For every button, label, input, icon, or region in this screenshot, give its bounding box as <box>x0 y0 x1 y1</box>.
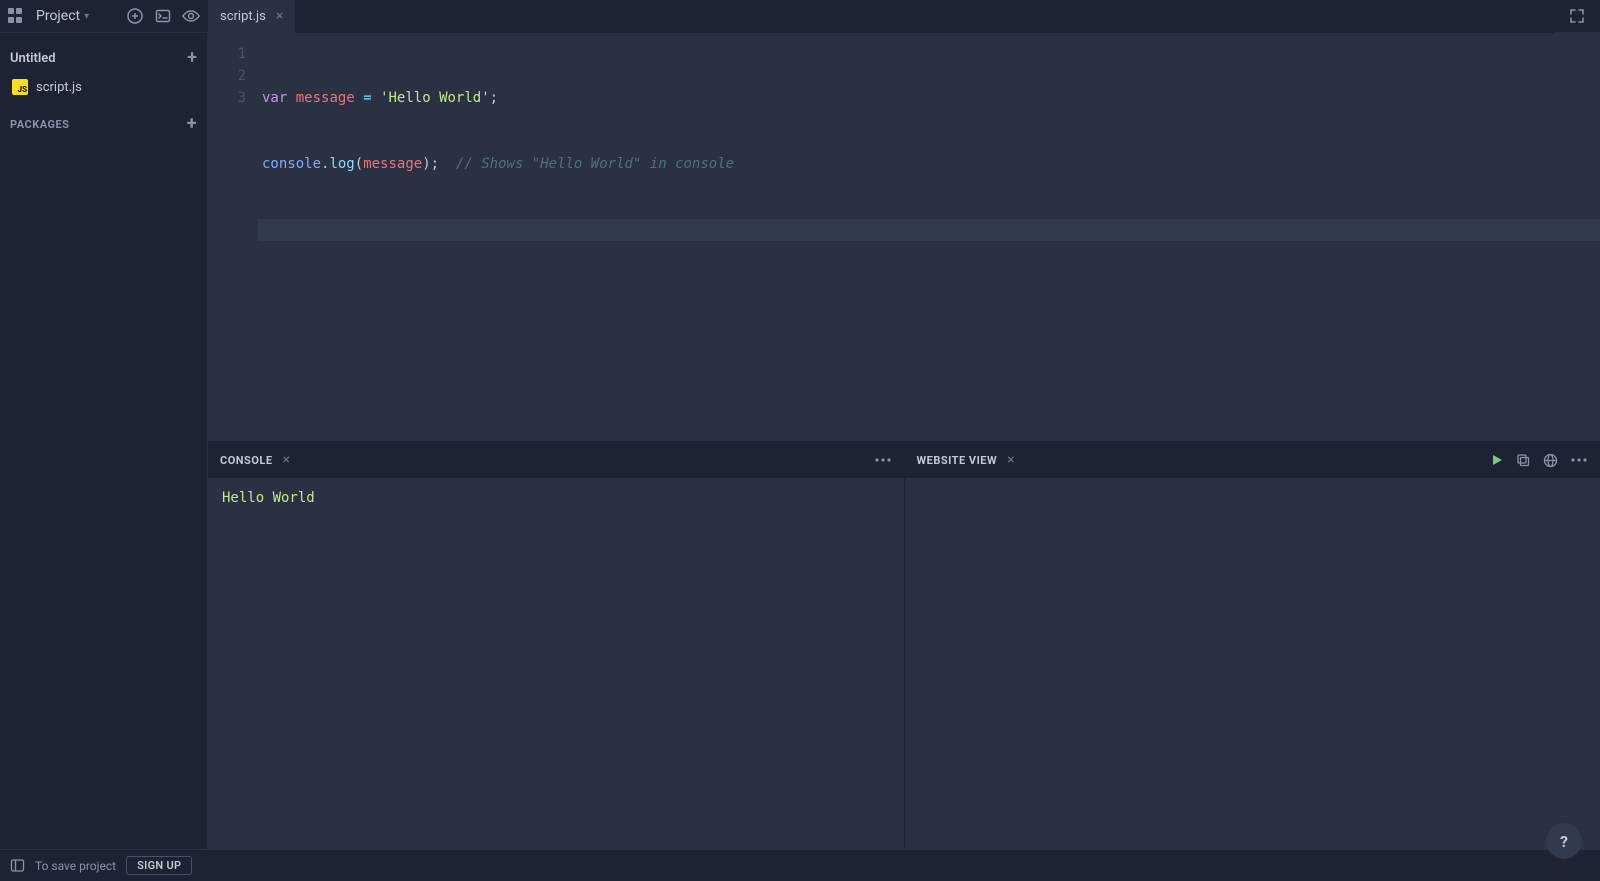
line-number: 2 <box>208 65 246 87</box>
apps-grid-icon[interactable] <box>8 8 24 24</box>
console-title: CONSOLE <box>220 454 273 467</box>
code-editor[interactable]: 1 2 3 var message = 'Hello World'; conso… <box>208 33 1600 441</box>
status-bar: To save project SIGN UP <box>0 849 1600 881</box>
console-output[interactable]: Hello World <box>208 478 904 849</box>
project-label: Project <box>36 8 80 24</box>
project-dropdown[interactable]: Project ▾ <box>36 8 89 24</box>
editor-area: 1 2 3 var message = 'Hello World'; conso… <box>208 33 1600 849</box>
line-number: 3 <box>208 87 246 109</box>
file-item-scriptjs[interactable]: JS script.js <box>10 73 197 101</box>
editor-tabs: script.js × <box>208 0 1554 33</box>
code-line[interactable]: console.log(message); // Shows "Hello Wo… <box>258 153 1600 175</box>
top-bar: Project ▾ script.js × <box>0 0 1600 33</box>
console-line: Hello World <box>222 490 890 506</box>
more-icon[interactable] <box>1570 458 1588 462</box>
packages-label: PACKAGES <box>10 118 69 131</box>
run-icon[interactable] <box>1490 453 1504 467</box>
sidebar: Untitled + JS script.js PACKAGES + <box>0 33 208 849</box>
more-icon[interactable] <box>874 458 892 462</box>
project-title: Untitled <box>10 51 56 66</box>
console-panel-header: CONSOLE × <box>208 442 904 478</box>
copy-icon[interactable] <box>1516 453 1531 468</box>
eye-icon[interactable] <box>182 7 200 25</box>
editor-tab-scriptjs[interactable]: script.js × <box>208 0 296 33</box>
top-bar-left: Project ▾ <box>0 7 208 25</box>
project-title-header: Untitled + <box>10 43 197 73</box>
line-gutter: 1 2 3 <box>208 33 258 441</box>
terminal-icon[interactable] <box>154 7 172 25</box>
toolbar-icons <box>126 7 200 25</box>
main-area: Untitled + JS script.js PACKAGES + 1 2 3… <box>0 33 1600 849</box>
add-package-icon[interactable]: + <box>187 115 197 133</box>
website-view-title: WEBSITE VIEW <box>917 454 998 467</box>
bottom-panels: CONSOLE × Hello World WEBSITE VIEW × <box>208 441 1600 849</box>
tab-label: script.js <box>220 9 266 24</box>
website-preview-body[interactable] <box>905 478 1600 849</box>
close-preview-icon[interactable]: × <box>1007 452 1014 468</box>
new-file-icon[interactable] <box>126 7 144 25</box>
panel-toggle-icon[interactable] <box>10 858 25 873</box>
code-line-current[interactable] <box>258 219 1600 241</box>
code-content[interactable]: var message = 'Hello World'; console.log… <box>258 33 1600 441</box>
close-tab-icon[interactable]: × <box>276 9 283 23</box>
add-file-icon[interactable]: + <box>187 49 197 67</box>
website-view-panel: WEBSITE VIEW × <box>905 441 1600 849</box>
question-mark-icon: ? <box>1560 832 1568 851</box>
save-hint-text: To save project <box>35 859 116 873</box>
chevron-down-icon: ▾ <box>84 11 89 22</box>
sidebar-files-section: Untitled + JS script.js PACKAGES + <box>0 43 207 139</box>
file-name: script.js <box>36 80 82 95</box>
packages-header: PACKAGES + <box>10 101 197 139</box>
globe-icon[interactable] <box>1543 453 1558 468</box>
help-button[interactable]: ? <box>1546 823 1582 859</box>
signup-button[interactable]: SIGN UP <box>126 856 192 875</box>
line-number: 1 <box>208 43 246 65</box>
expand-icon[interactable] <box>1554 7 1600 25</box>
code-line[interactable]: var message = 'Hello World'; <box>258 87 1600 109</box>
js-file-icon: JS <box>12 79 28 95</box>
close-console-icon[interactable]: × <box>283 452 290 468</box>
console-panel: CONSOLE × Hello World <box>208 441 905 849</box>
website-view-header: WEBSITE VIEW × <box>905 442 1600 478</box>
